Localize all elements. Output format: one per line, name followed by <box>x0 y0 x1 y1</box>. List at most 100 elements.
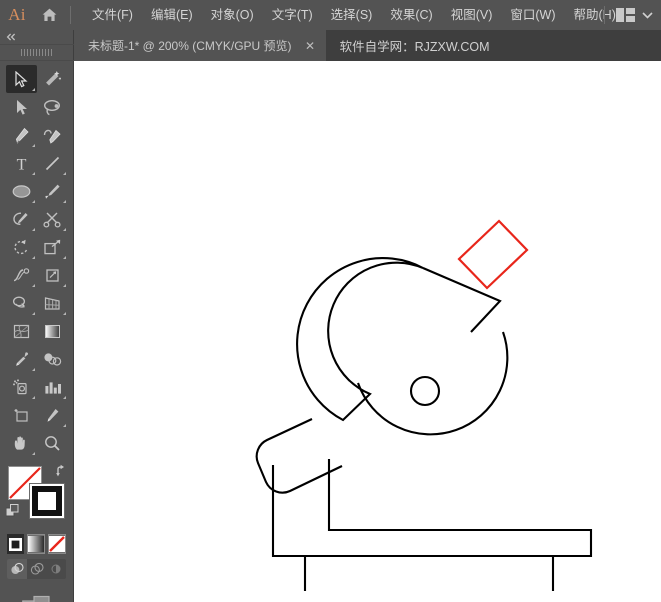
svg-text:T: T <box>17 156 27 172</box>
change-screen-mode-button[interactable] <box>0 593 73 602</box>
eyedropper-tool[interactable] <box>6 345 37 373</box>
fill-stroke-control <box>0 462 74 530</box>
double-chevron-left-icon <box>6 33 17 41</box>
document-tab-title: 未标题-1* @ 200% (CMYK/GPU 预览) <box>88 37 292 54</box>
illustrator-window: Ai 文件(F) 编辑(E) 对象(O) 文字(T) 选择(S) 效果(C) 视… <box>0 0 661 602</box>
document-tab[interactable]: 未标题-1* @ 200% (CMYK/GPU 预览) ✕ <box>74 30 326 61</box>
hand-tool[interactable] <box>6 429 37 457</box>
draw-inside-button[interactable] <box>46 559 66 579</box>
gradient-mode-button[interactable] <box>27 534 45 554</box>
menu-separator <box>70 6 71 24</box>
tool-flyout-indicator <box>32 452 35 455</box>
panel-drag-handle[interactable] <box>0 45 74 61</box>
rotate-tool[interactable] <box>6 233 37 261</box>
direct-selection-tool[interactable] <box>6 93 37 121</box>
arbor-hole[interactable] <box>411 377 439 405</box>
type-tool[interactable]: T <box>6 149 37 177</box>
tool-flyout-indicator <box>32 228 35 231</box>
guard-top-arm[interactable] <box>423 268 500 332</box>
tool-flyout-indicator <box>63 200 66 203</box>
base-plate-outline[interactable] <box>273 459 591 556</box>
tool-flyout-indicator <box>32 200 35 203</box>
menu-item-view[interactable]: 视图(V) <box>442 5 502 26</box>
menu-item-effect[interactable]: 效果(C) <box>381 5 441 26</box>
blade-guard-outline[interactable] <box>297 258 423 420</box>
pen-tool[interactable] <box>6 121 37 149</box>
width-tool[interactable] <box>6 261 37 289</box>
menu-item-window[interactable]: 窗口(W) <box>501 5 564 26</box>
mesh-tool[interactable] <box>6 317 37 345</box>
slice-tool[interactable] <box>37 401 68 429</box>
selected-angled-handle-rectangle[interactable] <box>459 221 527 288</box>
tool-flyout-indicator <box>32 88 35 91</box>
selection-tool[interactable] <box>6 65 37 93</box>
blend-tool[interactable] <box>37 345 68 373</box>
tool-flyout-indicator <box>63 312 66 315</box>
stroke-swatch[interactable] <box>30 484 64 518</box>
color-mode-button[interactable] <box>7 534 24 554</box>
tool-flyout-indicator <box>32 312 35 315</box>
shaper-tool[interactable] <box>6 205 37 233</box>
line-segment-tool[interactable] <box>37 149 68 177</box>
draw-mode-row <box>7 559 66 579</box>
tool-grid: T <box>0 61 74 457</box>
tool-flyout-indicator <box>63 256 66 259</box>
gradient-tool[interactable] <box>37 317 68 345</box>
canvas-area[interactable] <box>74 61 661 602</box>
watermark-text: 软件自学网：RJZXW.COM <box>326 30 504 61</box>
symbol-sprayer-tool[interactable] <box>6 373 37 401</box>
document-tab-bar: 未标题-1* @ 200% (CMYK/GPU 预览) ✕ 软件自学网：RJZX… <box>74 30 661 61</box>
drag-grip-handle <box>21 49 53 56</box>
panel-collapse-button[interactable] <box>0 30 74 45</box>
menu-item-list: 文件(F) 编辑(E) 对象(O) 文字(T) 选择(S) 效果(C) 视图(V… <box>83 5 625 26</box>
tool-flyout-indicator <box>32 256 35 259</box>
ellipse-tool[interactable] <box>6 177 37 205</box>
app-logo: Ai <box>0 0 34 30</box>
tool-flyout-indicator <box>32 396 35 399</box>
tool-flyout-indicator <box>63 424 66 427</box>
workspace-switcher[interactable] <box>594 0 653 30</box>
saw-blade-circle[interactable] <box>358 332 507 434</box>
column-graph-tool[interactable] <box>37 373 68 401</box>
magic-wand-tool[interactable] <box>37 65 68 93</box>
scale-tool[interactable] <box>37 233 68 261</box>
home-icon[interactable] <box>34 0 64 30</box>
tool-flyout-indicator <box>63 172 66 175</box>
tool-flyout-indicator <box>63 396 66 399</box>
tools-panel: T <box>0 30 74 602</box>
draw-behind-button[interactable] <box>27 559 47 579</box>
none-mode-button[interactable] <box>48 534 66 554</box>
zoom-tool[interactable] <box>37 429 68 457</box>
chevron-down-icon <box>642 11 653 19</box>
default-fill-stroke-icon[interactable] <box>6 504 19 517</box>
swap-fill-stroke-icon[interactable] <box>55 464 69 478</box>
close-icon[interactable]: ✕ <box>304 39 317 52</box>
workspace-layout-icon <box>616 8 635 22</box>
free-transform-tool[interactable] <box>37 261 68 289</box>
stroke-inner-ring <box>38 492 56 510</box>
shape-builder-tool[interactable] <box>6 289 37 317</box>
menu-bar: Ai 文件(F) 编辑(E) 对象(O) 文字(T) 选择(S) 效果(C) 视… <box>0 0 661 30</box>
curvature-tool[interactable] <box>37 121 68 149</box>
menu-item-file[interactable]: 文件(F) <box>83 5 142 26</box>
tool-flyout-indicator <box>32 144 35 147</box>
menu-item-edit[interactable]: 编辑(E) <box>142 5 202 26</box>
workspace-separator <box>604 6 605 24</box>
menu-item-type[interactable]: 文字(T) <box>263 5 322 26</box>
tool-flyout-indicator <box>63 228 66 231</box>
tool-flyout-indicator <box>32 284 35 287</box>
lasso-tool[interactable] <box>37 93 68 121</box>
draw-normal-button[interactable] <box>7 559 27 579</box>
tool-flyout-indicator <box>32 368 35 371</box>
scissors-tool[interactable] <box>37 205 68 233</box>
menu-item-select[interactable]: 选择(S) <box>322 5 382 26</box>
tool-flyout-indicator <box>63 284 66 287</box>
change-screen-mode-icon <box>22 595 52 602</box>
circular-saw-line-drawing[interactable] <box>74 61 661 602</box>
artboard-tool[interactable] <box>6 401 37 429</box>
menu-item-object[interactable]: 对象(O) <box>202 5 263 26</box>
color-mode-row <box>0 530 73 554</box>
paintbrush-tool[interactable] <box>37 177 68 205</box>
tool-flyout-indicator <box>32 172 35 175</box>
perspective-grid-tool[interactable] <box>37 289 68 317</box>
